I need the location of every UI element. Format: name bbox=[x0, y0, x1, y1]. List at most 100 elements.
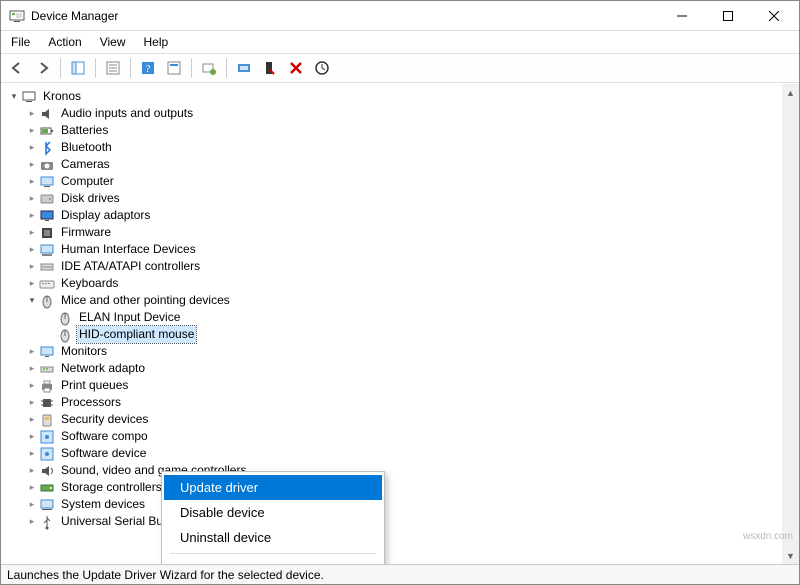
node-label: HID-compliant mouse bbox=[77, 326, 196, 343]
mice-children: ELAN Input Device HID-compliant mouse bbox=[25, 309, 799, 343]
tree-node[interactable]: Software compo bbox=[25, 428, 799, 445]
tree-node[interactable]: Storage controllers bbox=[25, 479, 799, 496]
caret-icon[interactable] bbox=[25, 292, 39, 309]
node-label: Human Interface Devices bbox=[59, 241, 198, 258]
device-tree[interactable]: Kronos Audio inputs and outputs Batterie… bbox=[1, 84, 799, 530]
tree-node-mice[interactable]: Mice and other pointing devices bbox=[25, 292, 799, 309]
caret-icon[interactable] bbox=[25, 122, 39, 139]
caret-icon[interactable] bbox=[25, 343, 39, 360]
tree-node[interactable]: Computer bbox=[25, 173, 799, 190]
tree-node[interactable]: Keyboards bbox=[25, 275, 799, 292]
help-button[interactable]: ? bbox=[136, 56, 160, 80]
tree-node[interactable]: IDE ATA/ATAPI controllers bbox=[25, 258, 799, 275]
caret-icon[interactable] bbox=[25, 360, 39, 377]
add-legacy-hardware-button[interactable] bbox=[310, 56, 334, 80]
root-node[interactable]: Kronos bbox=[7, 88, 799, 105]
caret-icon[interactable] bbox=[25, 258, 39, 275]
caret-icon[interactable] bbox=[25, 394, 39, 411]
caret-icon[interactable] bbox=[25, 156, 39, 173]
tree-node[interactable]: Human Interface Devices bbox=[25, 241, 799, 258]
tree-node[interactable]: Firmware bbox=[25, 224, 799, 241]
caret-icon[interactable] bbox=[25, 513, 39, 530]
menu-view[interactable]: View bbox=[98, 33, 128, 51]
node-label: Kronos bbox=[41, 88, 83, 105]
disable-device-button[interactable] bbox=[258, 56, 282, 80]
device-manager-window: Device Manager File Action View Help ? bbox=[0, 0, 800, 585]
tree-node[interactable]: Monitors bbox=[25, 343, 799, 360]
tree-node[interactable]: Bluetooth bbox=[25, 139, 799, 156]
caret-icon[interactable] bbox=[25, 479, 39, 496]
processor-icon bbox=[39, 395, 55, 411]
update-driver-button[interactable] bbox=[232, 56, 256, 80]
minimize-button[interactable] bbox=[659, 1, 705, 31]
ctx-update-driver[interactable]: Update driver bbox=[164, 475, 382, 500]
ctx-uninstall-device[interactable]: Uninstall device bbox=[164, 525, 382, 550]
caret-icon[interactable] bbox=[25, 207, 39, 224]
menu-help[interactable]: Help bbox=[142, 33, 171, 51]
tree-node[interactable]: Cameras bbox=[25, 156, 799, 173]
maximize-button[interactable] bbox=[705, 1, 751, 31]
uninstall-device-button[interactable] bbox=[284, 56, 308, 80]
caret-icon[interactable] bbox=[25, 139, 39, 156]
node-label: Cameras bbox=[59, 156, 112, 173]
caret-icon[interactable] bbox=[25, 496, 39, 513]
tree-leaf[interactable]: ELAN Input Device bbox=[43, 309, 799, 326]
tree-node[interactable]: Display adaptors bbox=[25, 207, 799, 224]
scroll-down-icon[interactable]: ▼ bbox=[782, 547, 799, 564]
tree-node[interactable]: Network adapto bbox=[25, 360, 799, 377]
caret-icon[interactable] bbox=[25, 105, 39, 122]
forward-button[interactable] bbox=[31, 56, 55, 80]
security-icon bbox=[39, 412, 55, 428]
caret-icon[interactable] bbox=[25, 411, 39, 428]
close-button[interactable] bbox=[751, 1, 797, 31]
caret-icon[interactable] bbox=[25, 190, 39, 207]
tree-node[interactable]: Batteries bbox=[25, 122, 799, 139]
caret-icon[interactable] bbox=[25, 445, 39, 462]
tree-node[interactable]: Audio inputs and outputs bbox=[25, 105, 799, 122]
menu-file[interactable]: File bbox=[9, 33, 32, 51]
caret-icon[interactable] bbox=[25, 241, 39, 258]
node-label: Display adaptors bbox=[59, 207, 152, 224]
node-label: Keyboards bbox=[59, 275, 120, 292]
caret-icon[interactable] bbox=[25, 462, 39, 479]
toolbar-separator bbox=[226, 58, 227, 78]
action-button[interactable] bbox=[162, 56, 186, 80]
caret-icon[interactable] bbox=[25, 275, 39, 292]
menu-action[interactable]: Action bbox=[46, 33, 83, 51]
disk-icon bbox=[39, 191, 55, 207]
scan-hardware-button[interactable] bbox=[197, 56, 221, 80]
usb-icon bbox=[39, 514, 55, 530]
tree-node[interactable]: Print queues bbox=[25, 377, 799, 394]
node-label: Print queues bbox=[59, 377, 130, 394]
scroll-track[interactable] bbox=[782, 101, 799, 547]
tree-node[interactable]: System devices bbox=[25, 496, 799, 513]
node-label: Storage controllers bbox=[59, 479, 164, 496]
tree-node[interactable]: Universal Serial Bus controllers bbox=[25, 513, 799, 530]
tree-node[interactable]: Software device bbox=[25, 445, 799, 462]
caret-icon[interactable] bbox=[25, 377, 39, 394]
caret-icon[interactable] bbox=[25, 173, 39, 190]
tree-node[interactable]: Sound, video and game controllers bbox=[25, 462, 799, 479]
vertical-scrollbar[interactable]: ▲ ▼ bbox=[782, 84, 799, 564]
node-label: Computer bbox=[59, 173, 116, 190]
caret-icon[interactable] bbox=[7, 88, 21, 105]
tree-node[interactable]: Disk drives bbox=[25, 190, 799, 207]
tree-node[interactable]: Processors bbox=[25, 394, 799, 411]
scroll-up-icon[interactable]: ▲ bbox=[782, 84, 799, 101]
tree-node[interactable]: Security devices bbox=[25, 411, 799, 428]
keyboard-icon bbox=[39, 276, 55, 292]
caret-icon[interactable] bbox=[25, 428, 39, 445]
show-hide-tree-button[interactable] bbox=[66, 56, 90, 80]
node-label: Audio inputs and outputs bbox=[59, 105, 195, 122]
ctx-disable-device[interactable]: Disable device bbox=[164, 500, 382, 525]
properties-button[interactable] bbox=[101, 56, 125, 80]
caret-icon[interactable] bbox=[25, 224, 39, 241]
ctx-scan-hardware[interactable]: Scan for hardware changes bbox=[164, 557, 382, 564]
back-button[interactable] bbox=[5, 56, 29, 80]
network-icon bbox=[39, 361, 55, 377]
mouse-icon bbox=[39, 293, 55, 309]
toolbar: ? bbox=[1, 53, 799, 83]
audio-icon bbox=[39, 106, 55, 122]
tree-leaf-selected[interactable]: HID-compliant mouse bbox=[43, 326, 799, 343]
software-icon bbox=[39, 446, 55, 462]
